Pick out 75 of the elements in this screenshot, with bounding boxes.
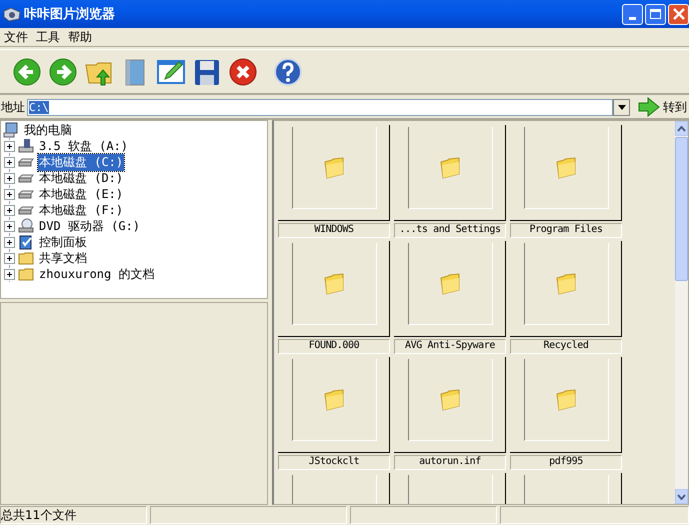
file-name: Program Files [510,223,622,238]
tree-item[interactable]: 我的电脑 [23,122,73,138]
tree-item[interactable]: DVD 驱动器 (G:) [38,218,142,234]
go-arrow-icon[interactable] [638,97,660,117]
expand-button[interactable] [4,236,15,248]
chevron-down-icon [677,494,686,500]
expand-button[interactable] [4,220,15,232]
dropdown-button[interactable] [613,98,630,116]
thumbnail-frame[interactable] [510,357,622,453]
window-title: 咔咔图片浏览器 [24,6,115,23]
file-name: WINDOWS [278,223,390,238]
expand-button[interactable] [4,156,15,168]
scrollbar-thumb[interactable] [675,137,688,281]
thumbnail-frame[interactable] [394,241,506,337]
maximize-button[interactable] [645,4,666,24]
tree-item[interactable]: 本地磁盘 (C:) [38,154,124,170]
folder-icon [18,266,34,282]
close-icon [672,8,684,20]
close-button[interactable] [668,4,689,24]
thumbnail-frame[interactable] [510,241,622,337]
scroll-down-button[interactable] [675,489,688,504]
thumbnail-frame[interactable] [394,125,506,221]
file-name: pdf995 [510,455,622,470]
expand-button[interactable] [4,204,15,216]
expand-button[interactable] [4,252,15,264]
thumbnail-frame[interactable] [278,357,390,453]
folder-icon [438,388,462,412]
menu-item[interactable]: 文件 [3,28,35,46]
folder-icon [554,272,578,296]
delete-icon[interactable] [228,56,258,86]
thumbnail-frame[interactable] [394,357,506,453]
caret-down-icon [618,104,626,110]
floppy-drive-icon [18,138,34,154]
expand-button[interactable] [4,188,15,200]
file-name: FOUND.000 [278,339,390,354]
tree-item[interactable]: 本地磁盘 (D:) [38,170,124,186]
expand-button[interactable] [4,140,15,152]
folder-icon [18,250,34,266]
minimize-button[interactable] [622,4,643,24]
tree-item[interactable]: zhouxurong 的文档 [38,266,156,282]
folder-icon [438,272,462,296]
tree-item[interactable]: 本地磁盘 (E:) [38,186,124,202]
file-name: AVG Anti-Spyware [394,339,506,354]
folder-icon [438,156,462,180]
file-name: autorun.inf [394,455,506,470]
help-icon[interactable] [273,56,303,86]
status-text: 总共11个文件 [0,506,147,524]
folder-icon [554,388,578,412]
go-button[interactable]: 转到 [663,98,687,116]
thumbnail-frame[interactable] [510,125,622,221]
camera-icon [3,6,21,22]
thumbnail-frame[interactable] [278,125,390,221]
expand-button[interactable] [4,268,15,280]
tree-item[interactable]: 3.5 软盘 (A:) [38,138,130,154]
folder-icon [322,156,346,180]
address-label: 地址 [1,98,25,116]
menu-item[interactable]: 工具 [35,28,67,46]
folder-icon [322,388,346,412]
computer-icon [3,122,19,138]
chevron-up-icon [677,126,686,132]
file-name: JStockclt [278,455,390,470]
expand-button[interactable] [4,172,15,184]
folder-icon [322,272,346,296]
control-panel-icon [18,234,34,250]
file-name: ...ts and Settings [394,223,506,238]
tree-item[interactable]: 控制面板 [38,234,88,250]
folder-icon [554,156,578,180]
address-field[interactable]: C:\ [27,98,613,116]
file-name: Recycled [510,339,622,354]
tree-item[interactable]: 本地磁盘 (F:) [38,202,124,218]
tree-item[interactable]: 共享文档 [38,250,88,266]
thumbnail-frame[interactable] [278,241,390,337]
scroll-up-button[interactable] [675,121,688,136]
dvd-drive-icon [18,218,34,234]
menu-item[interactable]: 帮助 [67,28,99,46]
